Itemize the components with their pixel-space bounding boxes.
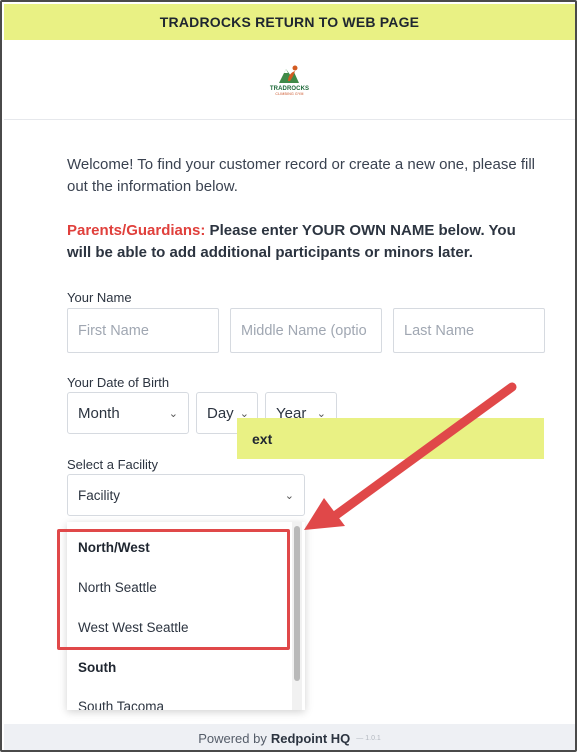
first-name-input[interactable]: First Name — [67, 308, 219, 353]
footer: Powered by Redpoint HQ — 1.0.1 — [4, 724, 575, 750]
dropdown-option-south-tacoma[interactable]: South Tacoma — [78, 699, 164, 710]
dropdown-group-south: South — [78, 660, 117, 675]
last-name-placeholder: Last Name — [404, 322, 475, 339]
parents-notice-prefix: Parents/Guardians: — [67, 222, 206, 239]
facility-select[interactable]: Facility ⌄ — [67, 474, 305, 516]
facility-select-value: Facility — [78, 487, 121, 503]
footer-version: — 1.0.1 — [356, 734, 381, 742]
dropdown-scrollbar-thumb[interactable] — [294, 526, 300, 681]
facility-label: Select a Facility — [67, 457, 159, 472]
day-select-value: Day — [207, 404, 234, 422]
middle-name-placeholder: Middle Name (optio — [241, 322, 367, 339]
logo-strip: TRADROCKS CLIMBING GYM — [4, 40, 575, 120]
next-button-label: ext — [252, 430, 273, 447]
middle-name-input[interactable]: Middle Name (optio — [230, 308, 382, 353]
parents-notice: Parents/Guardians: Please enter YOUR OWN… — [67, 220, 542, 264]
mountain-logo-icon — [279, 65, 300, 83]
chevron-down-icon: ⌄ — [284, 489, 294, 502]
return-to-web-page-bar[interactable]: TRADROCKS RETURN TO WEB PAGE — [4, 4, 575, 40]
dropdown-scrollbar[interactable] — [292, 522, 302, 710]
next-button[interactable]: ext — [237, 418, 544, 459]
last-name-input[interactable]: Last Name — [393, 308, 545, 353]
tradrocks-logo: TRADROCKS CLIMBING GYM — [270, 63, 309, 96]
chevron-down-icon: ⌄ — [168, 407, 178, 420]
month-select-value: Month — [78, 404, 120, 422]
footer-brand[interactable]: Redpoint HQ — [271, 731, 350, 746]
your-name-label: Your Name — [67, 290, 132, 305]
logo-subtitle: CLIMBING GYM — [275, 92, 304, 96]
annotation-highlight-box — [57, 529, 290, 650]
footer-prefix: Powered by — [198, 730, 267, 746]
date-of-birth-label: Your Date of Birth — [67, 375, 170, 390]
return-to-web-page-label: TRADROCKS RETURN TO WEB PAGE — [159, 14, 420, 30]
welcome-text: Welcome! To find your customer record or… — [67, 156, 536, 195]
first-name-placeholder: First Name — [78, 322, 149, 339]
page-frame: TRADROCKS RETURN TO WEB PAGE TRADROCKS C… — [0, 0, 577, 752]
month-select[interactable]: Month ⌄ — [67, 392, 189, 434]
